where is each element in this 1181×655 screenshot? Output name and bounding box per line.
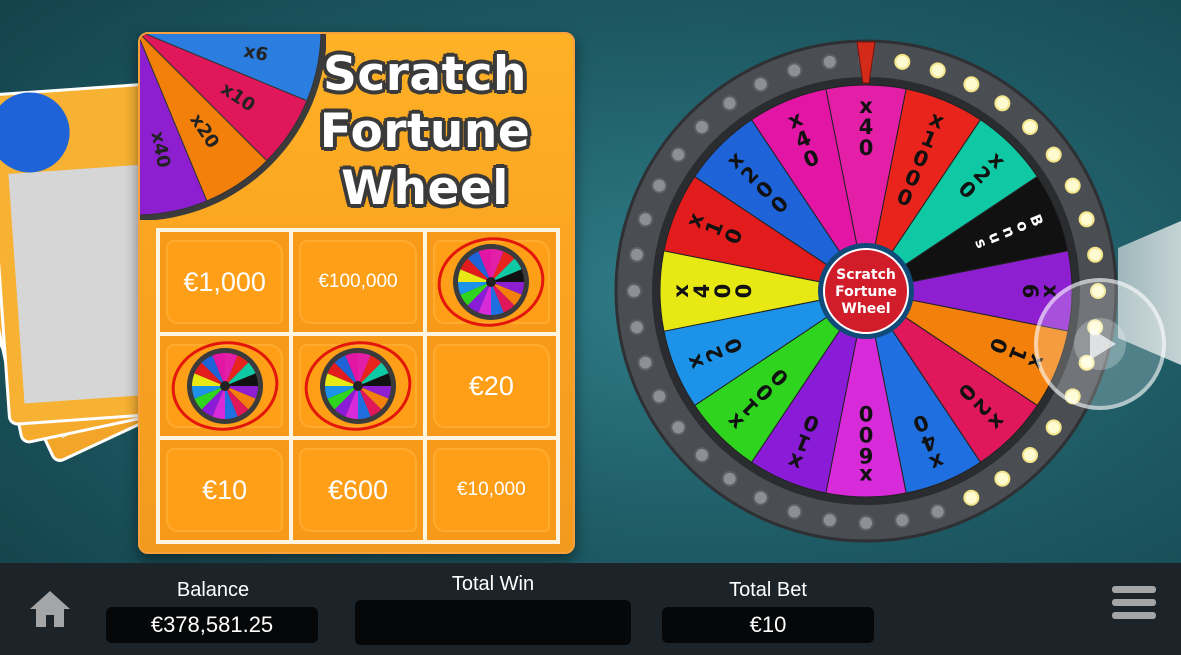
scratch-cell[interactable] [291, 334, 425, 438]
rim-light [628, 246, 645, 263]
scratch-cell[interactable]: €100,000 [291, 230, 425, 334]
rim-light [693, 447, 710, 464]
rim-light [670, 419, 687, 436]
scratch-card: x40 x20 x10 x6 Scratch Fortune Wheel €1,000… [138, 32, 575, 554]
home-icon [30, 591, 70, 627]
rim-light [651, 177, 668, 194]
rim-light [786, 503, 803, 520]
rim-light [1064, 177, 1081, 194]
wheel-hub-line: Fortune [835, 284, 897, 300]
rim-light [963, 489, 980, 506]
rim-light [1022, 447, 1039, 464]
svg-text:0: 0 [859, 136, 874, 160]
svg-text:0: 0 [732, 284, 756, 299]
rim-light [994, 470, 1011, 487]
fortune-wheel: x40x1000x20Bonusx6x10x20x40x600x10x100x2… [607, 32, 1125, 550]
wheel-hub: ScratchFortuneWheel [835, 267, 897, 317]
scratch-cell-value: €1,000 [183, 266, 266, 297]
total-win-label: Total Win [451, 573, 535, 595]
wheel-symbol-icon [304, 341, 412, 431]
wheel-segment-label: x600 [859, 401, 874, 488]
card-title-line: Wheel [341, 161, 509, 216]
total-bet-label: Total Bet [729, 579, 807, 601]
svg-text:0: 0 [859, 401, 874, 425]
scratch-grid: €1,000 €100,000 €20 €10 €600 €10,000 [156, 228, 560, 544]
rim-light [1078, 211, 1095, 228]
rim-light [894, 53, 911, 70]
wheel-hub-line: Wheel [841, 301, 890, 317]
rim-light [994, 95, 1011, 112]
rim-light [1045, 419, 1062, 436]
menu-button[interactable] [1112, 586, 1156, 630]
rim-light [821, 512, 838, 529]
svg-text:6: 6 [1018, 284, 1042, 299]
total-win-value [355, 600, 631, 645]
scratch-cell-value: €100,000 [318, 271, 398, 292]
scratch-cell-value: €20 [468, 370, 514, 401]
rim-light [929, 503, 946, 520]
balance-label: Balance [176, 579, 250, 601]
scratch-cell[interactable]: €10,000 [424, 438, 558, 542]
game-stage: x40 x20 x10 x6 Scratch Fortune Wheel €1,000… [0, 0, 1181, 563]
rim-light [651, 388, 668, 405]
wheel-segment-label: x400 [669, 284, 756, 299]
bottom-bar: Balance €378,581.25 Total Win Total Bet … [0, 563, 1181, 655]
rim-light [637, 211, 654, 228]
rim-light [1045, 146, 1062, 163]
total-bet-value: €10 [662, 607, 874, 643]
card-title-line: Scratch [323, 47, 527, 102]
scratch-cell-value: €10,000 [456, 479, 526, 500]
rim-light [752, 76, 769, 93]
play-icon [1074, 318, 1126, 370]
rim-light [1022, 118, 1039, 135]
rim-light [786, 62, 803, 79]
scratch-cell[interactable]: €600 [291, 438, 425, 542]
scratch-cell-value: €10 [202, 474, 248, 505]
rim-light [752, 489, 769, 506]
rim-light [894, 512, 911, 529]
rim-light [963, 76, 980, 93]
rim-light [721, 470, 738, 487]
scratch-cell[interactable]: €1,000 [158, 230, 292, 334]
wheel-segment-label: x40 [859, 94, 874, 160]
rim-light [858, 515, 874, 531]
home-button[interactable] [26, 587, 74, 631]
scratch-cell-value: €600 [327, 474, 389, 505]
wheel-hub-line: Scratch [836, 267, 896, 283]
scratch-cell[interactable] [424, 230, 558, 334]
scratch-cell[interactable]: €20 [424, 334, 558, 438]
balance-value: €378,581.25 [106, 607, 318, 643]
wheel-symbol-icon [437, 237, 545, 327]
rim-light [670, 146, 687, 163]
rim-light [628, 319, 645, 336]
spin-button[interactable] [1034, 278, 1166, 410]
menu-icon [1112, 586, 1156, 619]
scratch-cell[interactable]: €10 [158, 438, 292, 542]
rim-light [626, 283, 642, 299]
rim-light [1087, 246, 1104, 263]
card-title-line: Fortune [319, 104, 531, 159]
rim-light [721, 95, 738, 112]
card-title: Scratch Fortune Wheel [290, 46, 560, 217]
wheel-symbol-icon [171, 341, 278, 431]
scratch-cell[interactable] [158, 334, 292, 438]
fortune-wheel-svg: x40x1000x20Bonusx6x10x20x40x600x10x100x2… [614, 39, 1118, 543]
rim-light [929, 62, 946, 79]
rim-light [637, 354, 654, 371]
rim-light [821, 53, 838, 70]
rim-light [693, 118, 710, 135]
